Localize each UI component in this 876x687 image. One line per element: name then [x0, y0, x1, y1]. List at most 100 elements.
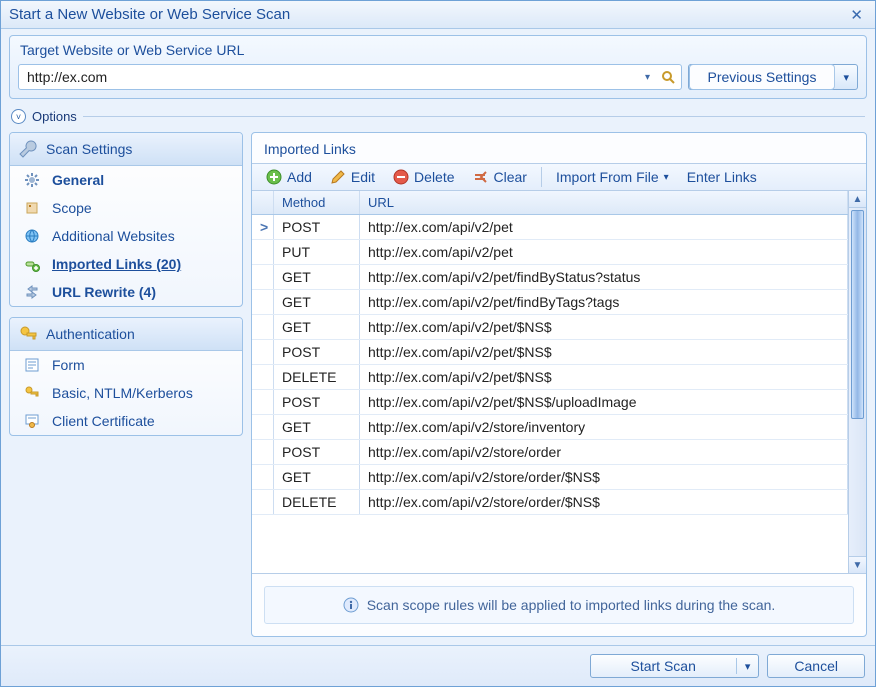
window-title: Start a New Website or Web Service Scan	[9, 6, 290, 23]
table-row[interactable]: GEThttp://ex.com/api/v2/store/order/$NS$	[252, 465, 848, 490]
import-from-file-button[interactable]: Import From File ▾	[548, 166, 677, 188]
col-url[interactable]: URL	[360, 191, 848, 214]
row-marker	[252, 265, 274, 289]
import-from-file-label: Import From File	[556, 169, 659, 185]
cell-method: GET	[274, 415, 360, 439]
col-marker	[252, 191, 274, 214]
sidebar-item-auth-2[interactable]: Client Certificate	[10, 407, 242, 435]
sidebar-item-label: General	[52, 172, 104, 188]
cell-url: http://ex.com/api/v2/pet/$NS$	[360, 315, 848, 339]
sidebar-item-scan-1[interactable]: Scope	[10, 194, 242, 222]
search-icon[interactable]	[661, 70, 675, 84]
scroll-up-icon[interactable]: ▲	[849, 191, 866, 208]
info-icon	[343, 597, 359, 613]
delete-icon	[393, 169, 409, 185]
cell-url: http://ex.com/api/v2/pet/$NS$	[360, 340, 848, 364]
cell-method: POST	[274, 215, 360, 239]
sidebar-item-auth-0[interactable]: Form	[10, 351, 242, 379]
add-icon	[266, 169, 282, 185]
row-marker	[252, 465, 274, 489]
form-icon	[24, 357, 42, 373]
sidebar-item-scan-0[interactable]: General	[10, 166, 242, 194]
sidebar-item-label: Imported Links (20)	[52, 256, 181, 272]
cell-url: http://ex.com/api/v2/store/inventory	[360, 415, 848, 439]
sidebar-item-scan-4[interactable]: URL Rewrite (4)	[10, 278, 242, 306]
col-method[interactable]: Method	[274, 191, 360, 214]
delete-label: Delete	[414, 169, 454, 185]
sidebar-item-label: Client Certificate	[52, 413, 155, 429]
wrench-icon	[18, 139, 38, 159]
cell-method: GET	[274, 465, 360, 489]
sidebar-item-label: URL Rewrite (4)	[52, 284, 156, 300]
info-bar: Scan scope rules will be applied to impo…	[264, 586, 854, 624]
cell-method: DELETE	[274, 490, 360, 514]
sidebar-item-label: Scope	[52, 200, 92, 216]
target-url-input[interactable]	[25, 68, 641, 86]
table-row[interactable]: GEThttp://ex.com/api/v2/pet/findByStatus…	[252, 265, 848, 290]
start-scan-label: Start Scan	[591, 658, 737, 674]
close-icon[interactable]: ✕	[846, 6, 867, 24]
title-bar: Start a New Website or Web Service Scan …	[1, 1, 875, 29]
cancel-button[interactable]: Cancel	[767, 654, 865, 678]
table-header: Method URL	[252, 191, 848, 215]
edit-label: Edit	[351, 169, 375, 185]
info-text: Scan scope rules will be applied to impo…	[367, 597, 776, 613]
clear-button[interactable]: Clear	[465, 166, 535, 188]
imported-links-table[interactable]: Method URL >POSThttp://ex.com/api/v2/pet…	[252, 191, 849, 573]
cell-url: http://ex.com/api/v2/pet	[360, 215, 848, 239]
delete-button[interactable]: Delete	[385, 166, 462, 188]
options-label: Options	[32, 109, 77, 124]
table-row[interactable]: POSThttp://ex.com/api/v2/pet/$NS$	[252, 340, 848, 365]
table-row[interactable]: GEThttp://ex.com/api/v2/pet/$NS$	[252, 315, 848, 340]
start-scan-caret-icon[interactable]: ▾	[737, 660, 759, 673]
cell-method: GET	[274, 290, 360, 314]
links-toolbar: Add Edit Delete Clear Import From File	[252, 163, 866, 191]
sidebar-item-auth-1[interactable]: Basic, NTLM/Kerberos	[10, 379, 242, 407]
cell-url: http://ex.com/api/v2/store/order/$NS$	[360, 465, 848, 489]
row-marker	[252, 490, 274, 514]
collapse-chevron-icon[interactable]: ˅	[11, 109, 26, 124]
table-row[interactable]: GEThttp://ex.com/api/v2/store/inventory	[252, 415, 848, 440]
cell-method: POST	[274, 340, 360, 364]
start-scan-button[interactable]: Start Scan ▾	[590, 654, 760, 678]
edit-button[interactable]: Edit	[322, 166, 383, 188]
row-marker	[252, 240, 274, 264]
row-marker	[252, 315, 274, 339]
table-row[interactable]: GEThttp://ex.com/api/v2/pet/findByTags?t…	[252, 290, 848, 315]
sidebar-item-scan-2[interactable]: Additional Websites	[10, 222, 242, 250]
sidebar-item-scan-3[interactable]: Imported Links (20)	[10, 250, 242, 278]
sidebar-item-label: Additional Websites	[52, 228, 175, 244]
cell-url: http://ex.com/api/v2/pet/findByTags?tags	[360, 290, 848, 314]
key-large-icon	[18, 324, 38, 344]
clear-label: Clear	[494, 169, 527, 185]
table-row[interactable]: DELETEhttp://ex.com/api/v2/pet/$NS$	[252, 365, 848, 390]
cell-method: DELETE	[274, 365, 360, 389]
vertical-scrollbar[interactable]: ▲ ▼	[849, 191, 866, 573]
divider	[83, 116, 865, 117]
previous-settings-button[interactable]: Previous Settings ▾	[688, 64, 858, 90]
enter-links-button[interactable]: Enter Links	[679, 166, 765, 188]
row-marker	[252, 290, 274, 314]
row-marker: >	[252, 215, 274, 239]
table-row[interactable]: PUThttp://ex.com/api/v2/pet	[252, 240, 848, 265]
add-button[interactable]: Add	[258, 166, 320, 188]
certificate-icon	[24, 413, 42, 429]
row-marker	[252, 365, 274, 389]
previous-settings-caret-icon[interactable]: ▾	[835, 71, 857, 84]
scroll-thumb[interactable]	[851, 210, 864, 419]
scroll-down-icon[interactable]: ▼	[849, 556, 866, 573]
table-row[interactable]: POSThttp://ex.com/api/v2/pet/$NS$/upload…	[252, 390, 848, 415]
cell-url: http://ex.com/api/v2/pet/$NS$/uploadImag…	[360, 390, 848, 414]
table-row[interactable]: DELETEhttp://ex.com/api/v2/store/order/$…	[252, 490, 848, 515]
table-row[interactable]: POSThttp://ex.com/api/v2/store/order	[252, 440, 848, 465]
cell-url: http://ex.com/api/v2/pet	[360, 240, 848, 264]
dialog-window: Start a New Website or Web Service Scan …	[0, 0, 876, 687]
row-marker	[252, 440, 274, 464]
row-marker	[252, 340, 274, 364]
scroll-track[interactable]	[849, 208, 866, 556]
cell-url: http://ex.com/api/v2/pet/$NS$	[360, 365, 848, 389]
dropdown-caret-icon[interactable]: ▾	[641, 70, 655, 84]
table-row[interactable]: >POSThttp://ex.com/api/v2/pet	[252, 215, 848, 240]
sidebar-item-label: Form	[52, 357, 85, 373]
target-url-field[interactable]: ▾	[18, 64, 682, 90]
